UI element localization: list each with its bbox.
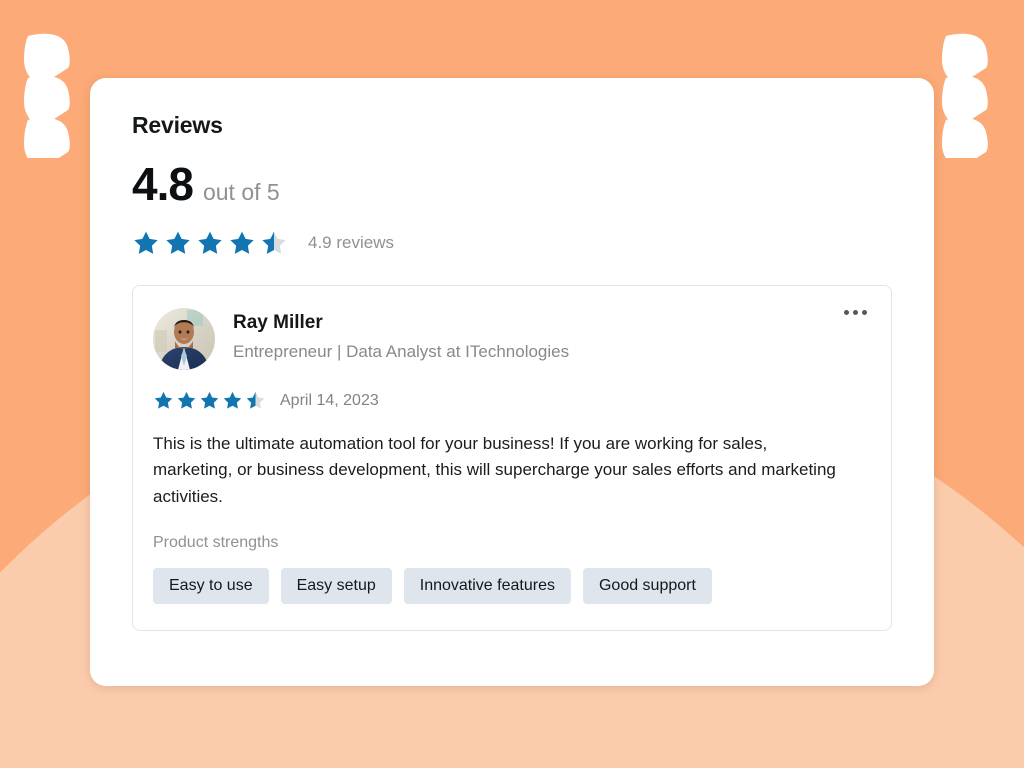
page-title: Reviews — [132, 112, 223, 138]
ellipsis-horizontal-icon[interactable] — [840, 306, 871, 319]
reviewer-name: Ray Miller — [233, 312, 323, 333]
reviewer-role: Entrepreneur | Data Analyst at ITechnolo… — [233, 342, 570, 361]
product-strengths-list: Easy to use Easy setup Innovative features… — [153, 568, 871, 605]
star-icon — [223, 391, 242, 409]
star-icon — [166, 231, 190, 254]
ribbon-logo-mark-left-icon — [24, 33, 70, 158]
dot — [862, 310, 867, 315]
summary-rating-row: 4.9 reviews — [132, 229, 892, 257]
star-icon — [198, 231, 222, 254]
reviewer-header: Ray Miller Entrepreneur | Data Analyst a… — [153, 308, 871, 370]
strength-chip[interactable]: Good support — [582, 568, 712, 605]
review-body-text: This is the ultimate automation tool for… — [153, 434, 836, 506]
overall-score: 4.8 out of 5 — [132, 161, 892, 207]
strength-chip[interactable]: Easy setup — [280, 568, 392, 605]
star-icon — [154, 391, 173, 409]
star-icon — [246, 391, 265, 409]
summary-star-rating — [132, 229, 288, 257]
star-icon — [230, 231, 254, 254]
review-count-label: 4.9 reviews — [308, 233, 394, 252]
reviews-panel: Reviews 4.8 out of 5 4.9 reviews Ray Mil… — [90, 78, 934, 686]
star-icon — [262, 231, 286, 254]
review-card: Ray Miller Entrepreneur | Data Analyst a… — [132, 285, 892, 632]
star-icon — [177, 391, 196, 409]
score-suffix: out of 5 — [202, 179, 280, 205]
avatar — [153, 308, 215, 370]
dot — [853, 310, 858, 315]
reviewer-meta: Ray Miller Entrepreneur | Data Analyst a… — [233, 308, 871, 362]
star-icon — [134, 231, 158, 254]
star-icon — [200, 391, 219, 409]
product-strengths-label: Product strengths — [153, 534, 279, 552]
strength-chip[interactable]: Easy to use — [153, 568, 269, 605]
dot — [844, 310, 849, 315]
strength-chip[interactable]: Innovative features — [403, 568, 571, 605]
review-star-rating — [153, 390, 266, 411]
review-rating-row: April 14, 2023 — [153, 390, 871, 411]
avatar-photo — [153, 308, 215, 370]
score-value: 4.8 — [132, 158, 194, 210]
review-date: April 14, 2023 — [280, 391, 379, 409]
ribbon-logo-mark-right-icon — [942, 33, 988, 158]
